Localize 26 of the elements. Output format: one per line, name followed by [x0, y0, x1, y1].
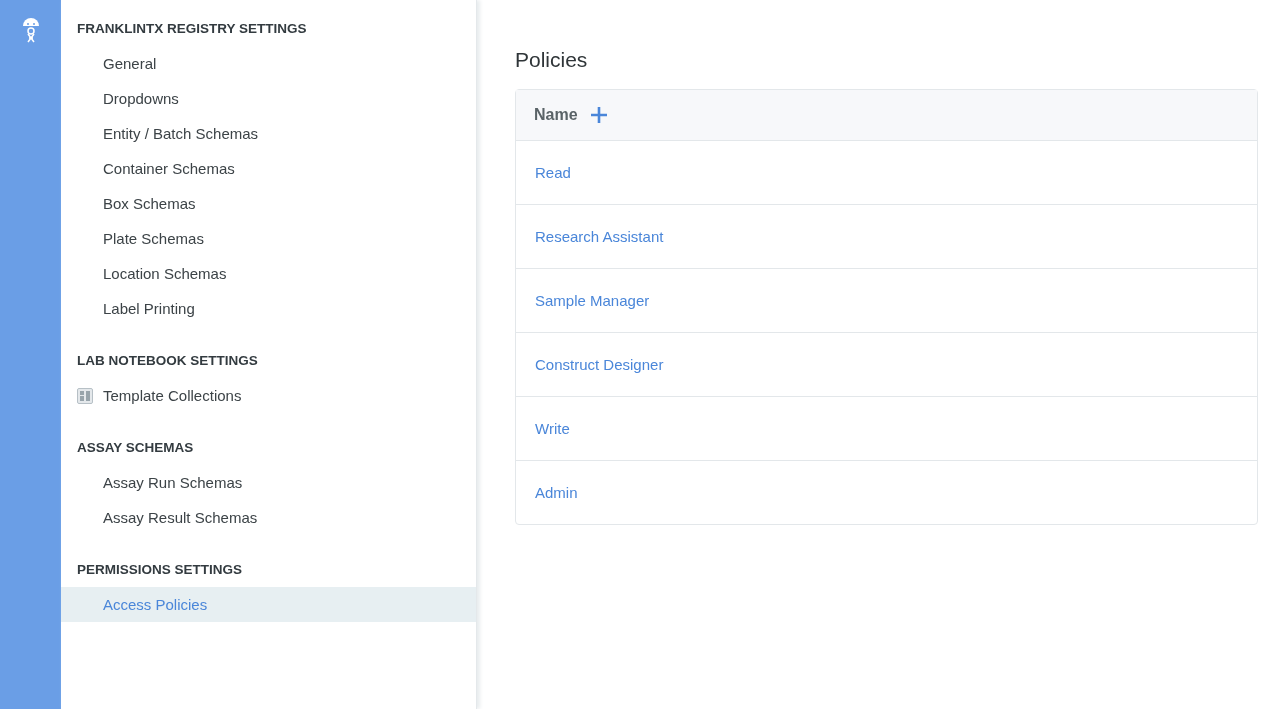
sidebar-item[interactable]: Assay Run Schemas	[61, 465, 476, 500]
column-header: Name	[534, 106, 578, 124]
sidebar-item[interactable]: Plate Schemas	[61, 221, 476, 256]
section-heading: FRANKLINTX REGISTRY SETTINGS	[76, 20, 308, 38]
sidebar-item[interactable]: Assay Result Schemas	[61, 500, 476, 535]
sidebar-item[interactable]: Container Schemas	[61, 151, 476, 186]
sidebar-item[interactable]: Dropdowns	[61, 81, 476, 116]
policy-link[interactable]: Construct Designer	[535, 356, 664, 373]
template-icon	[77, 387, 93, 404]
policy-link[interactable]: Research Assistant	[535, 228, 664, 245]
sidebar-item[interactable]: Label Printing	[61, 291, 476, 326]
page-title: Policies	[515, 48, 589, 72]
section-heading: PERMISSIONS SETTINGS	[76, 561, 244, 579]
add-icon[interactable]	[589, 106, 608, 124]
sidebar-item[interactable]: Entity / Batch Schemas	[61, 116, 476, 151]
section-heading: LAB NOTEBOOK SETTINGS	[76, 352, 259, 370]
policy-link[interactable]: Admin	[535, 484, 578, 501]
section-heading: ASSAY SCHEMAS	[76, 439, 195, 457]
policy-link[interactable]: Read	[535, 164, 571, 181]
robot-logo-icon[interactable]	[20, 17, 41, 43]
sidebar-item[interactable]: Template Collections	[61, 378, 476, 413]
policy-link[interactable]: Write	[535, 420, 570, 437]
sidebar-item[interactable]: Location Schemas	[61, 256, 476, 291]
sidebar-item[interactable]: General	[61, 46, 476, 81]
policy-link[interactable]: Sample Manager	[535, 292, 650, 309]
sidebar-item[interactable]: Box Schemas	[61, 186, 476, 221]
